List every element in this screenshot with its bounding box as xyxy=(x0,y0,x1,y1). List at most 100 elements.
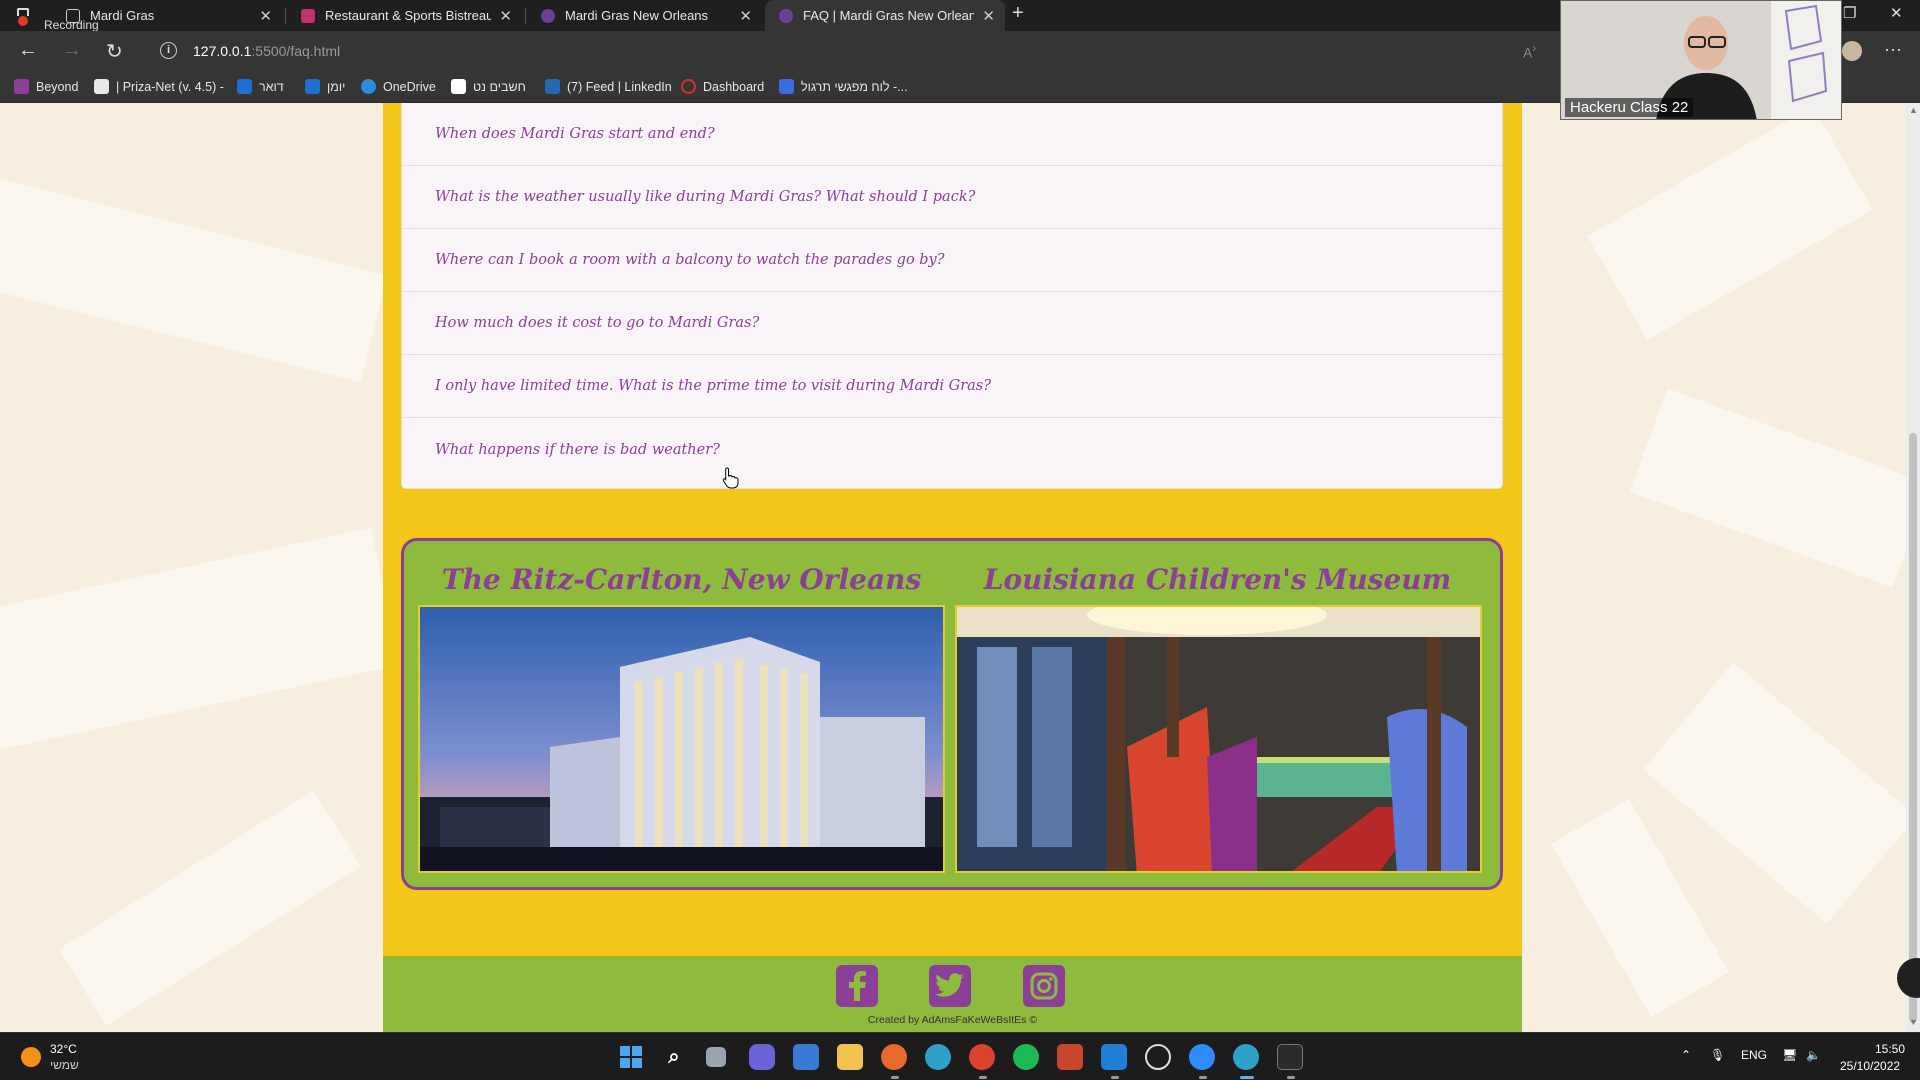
instagram-icon[interactable] xyxy=(1023,965,1065,1007)
faq-accordion: When does Mardi Gras start and end? What… xyxy=(401,103,1503,489)
spotify-icon[interactable] xyxy=(1013,1044,1039,1070)
vertical-scrollbar[interactable]: ▲ ▼ xyxy=(1906,103,1920,1032)
scrollbar-thumb[interactable] xyxy=(1909,433,1917,1023)
more-options-icon[interactable]: ··· xyxy=(1884,39,1902,60)
bookmark-mail[interactable]: דואר xyxy=(237,79,284,94)
file-explorer-icon[interactable] xyxy=(837,1044,863,1070)
restore-window-icon[interactable]: ❐ xyxy=(1843,4,1856,22)
bookmark-label: לוח מפגשי תרגול -... xyxy=(801,79,908,94)
facebook-icon[interactable] xyxy=(836,965,878,1007)
scroll-up-icon[interactable]: ▲ xyxy=(1909,105,1918,115)
task-view-icon[interactable] xyxy=(706,1047,726,1067)
faq-question[interactable]: Where can I book a room with a balcony t… xyxy=(402,229,1502,292)
faq-question[interactable]: I only have limited time. What is the pr… xyxy=(402,355,1502,418)
hand-cursor-icon xyxy=(722,467,739,489)
url-host: 127.0.0.1 xyxy=(193,43,252,59)
tab-faq[interactable]: FAQ | Mardi Gras New Orleans ✕ xyxy=(765,0,1005,31)
close-icon[interactable]: ✕ xyxy=(739,7,752,25)
read-aloud-icon[interactable]: A› xyxy=(1523,42,1536,61)
beyond-icon xyxy=(14,79,29,94)
faq-question[interactable]: What is the weather usually like during … xyxy=(402,166,1502,229)
clock-date[interactable]: 25/10/2022 xyxy=(1840,1059,1900,1073)
windows-start-icon[interactable] xyxy=(618,1044,644,1070)
attraction-title: Louisiana Children's Museum xyxy=(983,563,1452,596)
bookmark-onedrive[interactable]: OneDrive xyxy=(361,79,436,94)
edge-icon[interactable] xyxy=(1233,1044,1259,1070)
page-icon xyxy=(66,8,80,23)
back-arrow-icon[interactable]: ← xyxy=(18,39,38,62)
url-path: :5500/faq.html xyxy=(251,43,341,59)
bookmark-linkedin[interactable]: (7) Feed | LinkedIn xyxy=(545,79,672,94)
background-ray xyxy=(1643,662,1906,924)
chrome-icon[interactable] xyxy=(969,1044,995,1070)
restaurant-favicon-icon xyxy=(301,8,315,23)
edge-dev-icon[interactable] xyxy=(925,1044,951,1070)
bookmark-label: (7) Feed | LinkedIn xyxy=(567,79,672,94)
close-icon[interactable]: ✕ xyxy=(259,7,272,25)
url-field[interactable]: 127.0.0.1:5500/faq.html xyxy=(193,43,340,59)
hashavim-icon xyxy=(451,79,466,94)
bookmark-label: חשבים נט xyxy=(473,79,526,94)
bookmark-label: | Priza-Net (v. 4.5) - xyxy=(116,79,224,94)
active-indicator xyxy=(1240,1076,1254,1079)
forward-arrow-icon[interactable]: → xyxy=(62,39,82,62)
faq-question[interactable]: How much does it cost to go to Mardi Gra… xyxy=(402,292,1502,355)
bookmark-label: OneDrive xyxy=(383,79,436,94)
twitter-icon[interactable] xyxy=(929,965,971,1007)
onedrive-icon xyxy=(361,79,376,94)
chevron-up-icon[interactable]: ⌃ xyxy=(1681,1048,1691,1062)
terminal-icon[interactable] xyxy=(1277,1044,1303,1070)
profile-avatar[interactable] xyxy=(1842,41,1862,61)
scroll-down-icon[interactable]: ▼ xyxy=(1909,1017,1918,1027)
footer: Created by AdAmsFaKeWeBsItEs © xyxy=(383,956,1522,1032)
sun-icon[interactable] xyxy=(21,1047,41,1067)
teams-chat-icon[interactable] xyxy=(749,1044,775,1070)
reload-icon[interactable]: ↻ xyxy=(106,39,123,64)
clock-app-icon[interactable] xyxy=(1145,1044,1171,1070)
webcam-name-label: Hackeru Class 22 xyxy=(1565,98,1694,117)
search-icon[interactable]: ⌕ xyxy=(661,1044,687,1070)
bookmark-label: יומן xyxy=(327,79,346,94)
new-tab-button[interactable]: + xyxy=(1012,2,1024,25)
bookmark-dashboard[interactable]: Dashboard xyxy=(681,79,764,94)
network-icon[interactable]: 🖥 xyxy=(1782,1048,1797,1062)
tab-title: Restaurant & Sports Bistreaux | V xyxy=(325,8,492,23)
tab-mardi-gras-new-orleans[interactable]: Mardi Gras New Orleans ✕ xyxy=(527,0,762,31)
bookmark-beyond[interactable]: Beyond xyxy=(14,79,78,94)
vscode-icon[interactable] xyxy=(1101,1044,1127,1070)
weather-desc[interactable]: שמשי xyxy=(50,1058,79,1072)
microphone-icon[interactable]: 🎙 xyxy=(1710,1048,1725,1062)
background-ray xyxy=(1587,106,1873,340)
close-icon[interactable]: ✕ xyxy=(499,7,512,25)
tab-title: FAQ | Mardi Gras New Orleans xyxy=(803,8,975,23)
microsoft-store-icon[interactable] xyxy=(793,1044,819,1070)
recording-icon xyxy=(14,6,32,28)
background-ray xyxy=(0,527,400,759)
firefox-icon[interactable] xyxy=(881,1044,907,1070)
outlook-mail-icon xyxy=(237,79,252,94)
zoom-icon[interactable] xyxy=(1189,1044,1215,1070)
dashboard-icon xyxy=(681,79,696,94)
clock-time[interactable]: 15:50 xyxy=(1875,1042,1905,1056)
tab-restaurant[interactable]: Restaurant & Sports Bistreaux | V ✕ xyxy=(287,0,522,31)
bookmark-priza-net[interactable]: | Priza-Net (v. 4.5) - xyxy=(94,79,224,94)
bookmark-label: Beyond xyxy=(36,79,79,94)
faq-question[interactable]: What happens if there is bad weather? xyxy=(402,418,1502,481)
priza-net-icon xyxy=(94,79,109,94)
bookmark-hashavim[interactable]: חשבים נט xyxy=(451,79,526,94)
tab-mardi-gras[interactable]: Mardi Gras ✕ xyxy=(52,0,282,31)
bookmark-calendar[interactable]: יומן xyxy=(305,79,345,94)
close-window-icon[interactable]: ✕ xyxy=(1890,4,1903,22)
page-viewport: When does Mardi Gras start and end? What… xyxy=(0,103,1906,1032)
site-info-icon[interactable]: i xyxy=(160,42,177,59)
language-indicator[interactable]: ENG xyxy=(1741,1048,1767,1062)
volume-icon[interactable]: 🔈 xyxy=(1806,1048,1821,1062)
weather-temp[interactable]: 32°C xyxy=(50,1042,77,1056)
faq-question[interactable]: When does Mardi Gras start and end? xyxy=(402,103,1502,166)
powerpoint-icon[interactable] xyxy=(1057,1044,1083,1070)
running-indicator xyxy=(1111,1076,1119,1079)
tab-title: Mardi Gras New Orleans xyxy=(565,8,709,23)
close-icon[interactable]: ✕ xyxy=(982,7,995,25)
tab-title: Mardi Gras xyxy=(90,8,155,23)
bookmark-schedule[interactable]: לוח מפגשי תרגול -... xyxy=(779,79,908,94)
